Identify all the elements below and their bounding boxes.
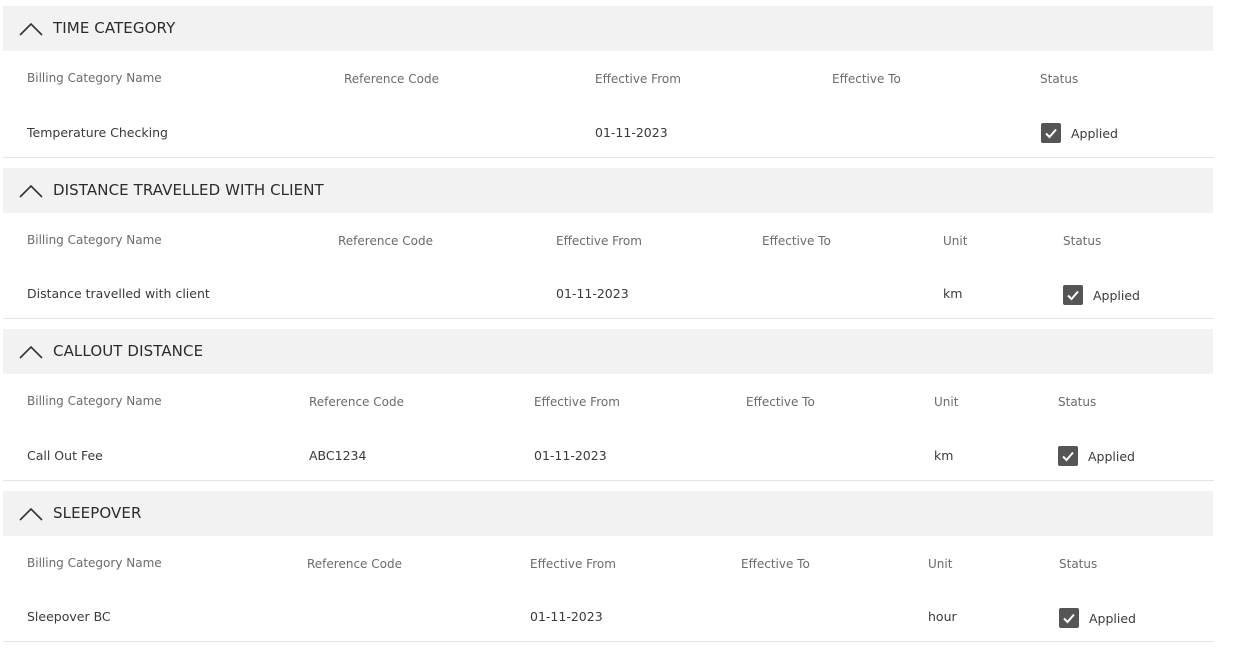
col-header-reference-code[interactable]: Reference Code: [307, 557, 402, 571]
status-checkbox[interactable]: [1063, 285, 1083, 305]
cell-billing-category-name: Call Out Fee: [27, 448, 103, 463]
cell-effective-from: 01-11-2023: [530, 609, 603, 624]
section-header-time-category[interactable]: TIME CATEGORY: [3, 6, 1213, 51]
col-header-status[interactable]: Status: [1058, 395, 1096, 409]
section-header-distance-travelled-with-client[interactable]: DISTANCE TRAVELLED WITH CLIENT: [3, 168, 1213, 213]
cell-reference-code: ABC1234: [309, 448, 367, 463]
status-cell: Applied: [1063, 285, 1140, 305]
cell-unit: hour: [928, 609, 957, 624]
col-header-reference-code[interactable]: Reference Code: [338, 234, 433, 248]
section-sleepover: SLEEPOVER Billing Category Name Referenc…: [3, 491, 1214, 643]
row-divider: [3, 480, 1214, 481]
section-title: TIME CATEGORY: [53, 19, 176, 37]
status-cell: Applied: [1059, 608, 1136, 628]
section-title: CALLOUT DISTANCE: [53, 342, 204, 360]
col-header-reference-code[interactable]: Reference Code: [344, 72, 439, 86]
col-header-effective-from[interactable]: Effective From: [534, 395, 620, 409]
section-title: DISTANCE TRAVELLED WITH CLIENT: [53, 181, 324, 199]
section-title: SLEEPOVER: [53, 504, 142, 522]
status-checkbox[interactable]: [1058, 446, 1078, 466]
col-header-unit[interactable]: Unit: [943, 234, 967, 248]
col-header-effective-to[interactable]: Effective To: [832, 72, 901, 86]
status-cell: Applied: [1058, 446, 1135, 466]
col-header-effective-from[interactable]: Effective From: [595, 72, 681, 86]
chevron-up-icon[interactable]: [18, 181, 44, 201]
cell-unit: km: [943, 286, 963, 301]
cell-billing-category-name: Temperature Checking: [27, 125, 168, 140]
section-header-callout-distance[interactable]: CALLOUT DISTANCE: [3, 329, 1213, 374]
section-time-category: TIME CATEGORY Billing Category Name Refe…: [3, 6, 1214, 158]
cell-effective-from: 01-11-2023: [595, 125, 668, 140]
col-header-billing-category-name[interactable]: Billing Category Name: [27, 233, 162, 247]
cell-billing-category-name: Distance travelled with client: [27, 286, 210, 301]
col-header-billing-category-name[interactable]: Billing Category Name: [27, 71, 162, 85]
col-header-status[interactable]: Status: [1040, 72, 1078, 86]
col-header-unit[interactable]: Unit: [928, 557, 952, 571]
status-label: Applied: [1088, 448, 1135, 464]
checkmark-icon: [1062, 451, 1074, 462]
col-header-status[interactable]: Status: [1059, 557, 1097, 571]
col-header-unit[interactable]: Unit: [934, 395, 958, 409]
col-header-effective-to[interactable]: Effective To: [741, 557, 810, 571]
chevron-up-icon[interactable]: [18, 19, 44, 39]
col-header-effective-to[interactable]: Effective To: [762, 234, 831, 248]
checkmark-icon: [1067, 290, 1079, 301]
status-label: Applied: [1089, 610, 1136, 626]
section-header-sleepover[interactable]: SLEEPOVER: [3, 491, 1213, 536]
col-header-effective-from[interactable]: Effective From: [556, 234, 642, 248]
col-header-effective-from[interactable]: Effective From: [530, 557, 616, 571]
status-label: Applied: [1093, 287, 1140, 303]
status-checkbox[interactable]: [1059, 608, 1079, 628]
row-divider: [3, 318, 1214, 319]
checkmark-icon: [1063, 613, 1075, 624]
col-header-billing-category-name[interactable]: Billing Category Name: [27, 556, 162, 570]
status-label: Applied: [1071, 125, 1118, 141]
cell-billing-category-name: Sleepover BC: [27, 609, 111, 624]
section-callout-distance: CALLOUT DISTANCE Billing Category Name R…: [3, 329, 1214, 481]
cell-unit: km: [934, 448, 954, 463]
status-checkbox[interactable]: [1041, 123, 1061, 143]
cell-effective-from: 01-11-2023: [556, 286, 629, 301]
col-header-reference-code[interactable]: Reference Code: [309, 395, 404, 409]
section-distance-travelled-with-client: DISTANCE TRAVELLED WITH CLIENT Billing C…: [3, 168, 1214, 320]
col-header-billing-category-name[interactable]: Billing Category Name: [27, 394, 162, 408]
status-cell: Applied: [1041, 123, 1118, 143]
chevron-up-icon[interactable]: [18, 504, 44, 524]
col-header-status[interactable]: Status: [1063, 234, 1101, 248]
checkmark-icon: [1045, 128, 1057, 139]
row-divider: [3, 157, 1214, 158]
row-divider: [3, 641, 1214, 642]
col-header-effective-to[interactable]: Effective To: [746, 395, 815, 409]
chevron-up-icon[interactable]: [18, 342, 44, 362]
cell-effective-from: 01-11-2023: [534, 448, 607, 463]
